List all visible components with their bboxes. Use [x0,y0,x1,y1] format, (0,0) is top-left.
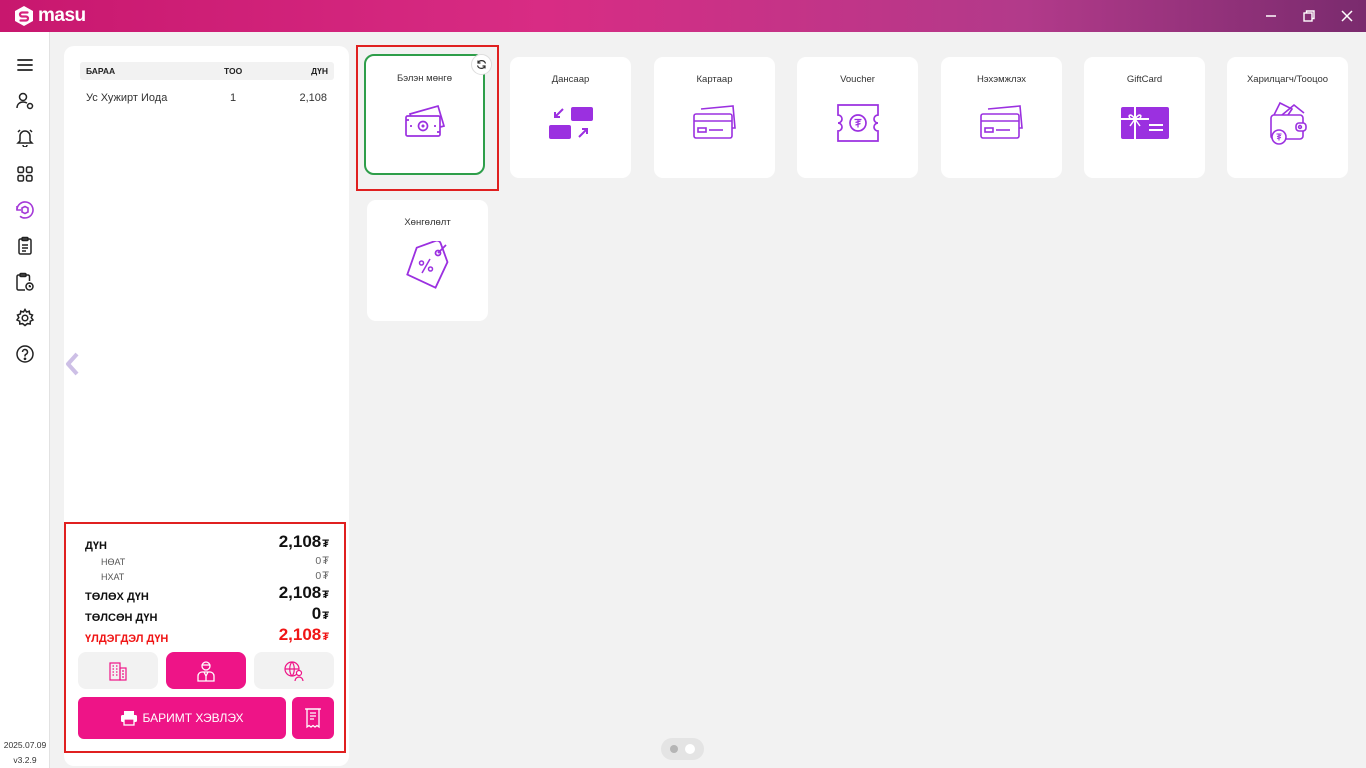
individual-mode-button[interactable] [166,652,246,689]
giftcard-icon [1118,100,1172,146]
cart-row-amount: 2,108 [299,92,327,104]
clipboard-icon [18,236,32,255]
refresh-button[interactable] [471,54,492,75]
remaining-label: ҮЛДЭГДЭЛ ДҮН [85,633,169,645]
refresh-icon [476,60,487,69]
paid-line: ТӨЛСӨН ДҮН 0₮ [85,604,329,624]
wallet-icon [1261,100,1315,146]
collapse-panel-button[interactable] [62,350,82,378]
title-bar: masu [0,0,1366,32]
city-tax-value: 0 [315,570,322,582]
invoice-card-icon [975,100,1029,146]
build-date: 2025.07.09 [3,740,47,750]
discount-tag-icon [401,241,455,289]
payment-voucher-label: Voucher [840,74,875,85]
sidebar-item-reports[interactable] [13,270,37,294]
voucher-icon [831,100,885,146]
remaining-line: ҮЛДЭГДЭЛ ДҮН 2,108₮ [85,625,329,645]
sidebar-item-menu[interactable] [13,53,37,77]
print-receipt-label: БАРИМТ ХЭВЛЭХ [142,711,244,725]
city-tax-line: НХАТ 0₮ [101,570,329,582]
city-tax-label: НХАТ [101,572,125,582]
paid-value: 0 [311,604,322,623]
sidebar-item-settings[interactable] [13,306,37,330]
chevron-left-icon [66,352,79,376]
payment-card-card[interactable]: Картаар [654,57,775,178]
total-value: 2,108 [278,532,322,551]
page-indicator [661,738,704,760]
vat-value: 0 [315,555,322,567]
app-name: masu [38,5,86,26]
minimize-icon [1266,15,1276,17]
globe-person-icon [284,660,304,681]
payable-line: ТӨЛӨХ ДҮН 2,108₮ [85,583,329,603]
app-logo: masu [13,5,86,27]
building-icon [109,661,127,681]
hamburger-icon [17,59,33,71]
cart-row-qty: 1 [230,92,237,104]
vat-label: НӨАТ [101,557,126,567]
payment-voucher-card[interactable]: Voucher [797,57,918,178]
app-version: v3.2.9 [13,755,37,765]
page-dot-1[interactable] [670,745,678,753]
cart-row-item: Ус Хужирт Иода [86,92,168,104]
gear-icon [15,308,35,327]
card-icon [688,100,742,146]
payable-value: 2,108 [278,583,322,602]
print-receipt-button[interactable]: БАРИМТ ХЭВЛЭХ [78,697,286,739]
minimize-button[interactable] [1252,0,1290,32]
printer-icon [121,711,138,726]
payable-label: ТӨЛӨХ ДҮН [85,591,149,603]
payment-giftcard-card[interactable]: GiftCard [1084,57,1205,178]
sidebar-item-apps[interactable] [13,162,37,186]
organization-mode-button[interactable] [78,652,158,689]
restore-button[interactable] [1290,0,1328,32]
sidebar-item-notifications[interactable] [13,125,37,149]
vat-line: НӨАТ 0₮ [101,555,329,567]
sidebar-item-pos[interactable] [13,198,37,222]
payment-discount-label: Хөнгөлөлт [404,217,451,228]
receipt-icon [305,708,321,729]
sidebar: 2025.07.09 v3.2.9 [0,32,50,768]
restore-icon [1303,10,1315,22]
sidebar-item-orders[interactable] [13,234,37,258]
sidebar-item-user-settings[interactable] [13,89,37,113]
header-item: БАРАА [86,66,116,76]
cart-table-header: БАРАА ТОО ДҮН [80,62,334,80]
paid-label: ТӨЛСӨН ДҮН [85,612,158,624]
total-label: ДҮН [85,540,107,552]
foreign-mode-button[interactable] [254,652,334,689]
close-icon [1341,10,1353,22]
close-button[interactable] [1328,0,1366,32]
total-line: ДҮН 2,108₮ [85,532,329,552]
person-icon [197,660,215,682]
payment-invoice-card[interactable]: Нэхэмжлэх [941,57,1062,178]
header-amount: ДҮН [311,66,328,76]
grid-icon [17,166,33,182]
refresh-box-icon [16,201,34,219]
remaining-value: 2,108 [278,625,322,644]
clipboard-clock-icon [16,272,34,291]
bell-icon [16,129,34,147]
payment-partner-label: Харилцагч/Тооцоо [1246,74,1329,85]
header-qty: ТОО [224,66,243,76]
user-gear-icon [16,92,34,110]
cart-row[interactable]: Ус Хужирт Иода 1 2,108 [80,92,334,108]
payment-giftcard-label: GiftCard [1126,74,1163,85]
payment-card-label: Картаар [696,74,733,85]
payment-invoice-label: Нэхэмжлэх [976,74,1027,85]
payment-discount-card[interactable]: Хөнгөлөлт [367,200,488,321]
payment-partner-card[interactable]: Харилцагч/Тооцоо [1227,57,1348,178]
masu-logo-icon [15,6,33,26]
payment-transfer-card[interactable]: Дансаар [510,57,631,178]
page-dot-2[interactable] [685,744,695,754]
sidebar-item-help[interactable] [13,342,37,366]
receipt-list-button[interactable] [292,697,334,739]
payment-transfer-label: Дансаар [551,74,590,85]
transfer-icon [544,100,598,146]
help-icon [16,345,34,363]
